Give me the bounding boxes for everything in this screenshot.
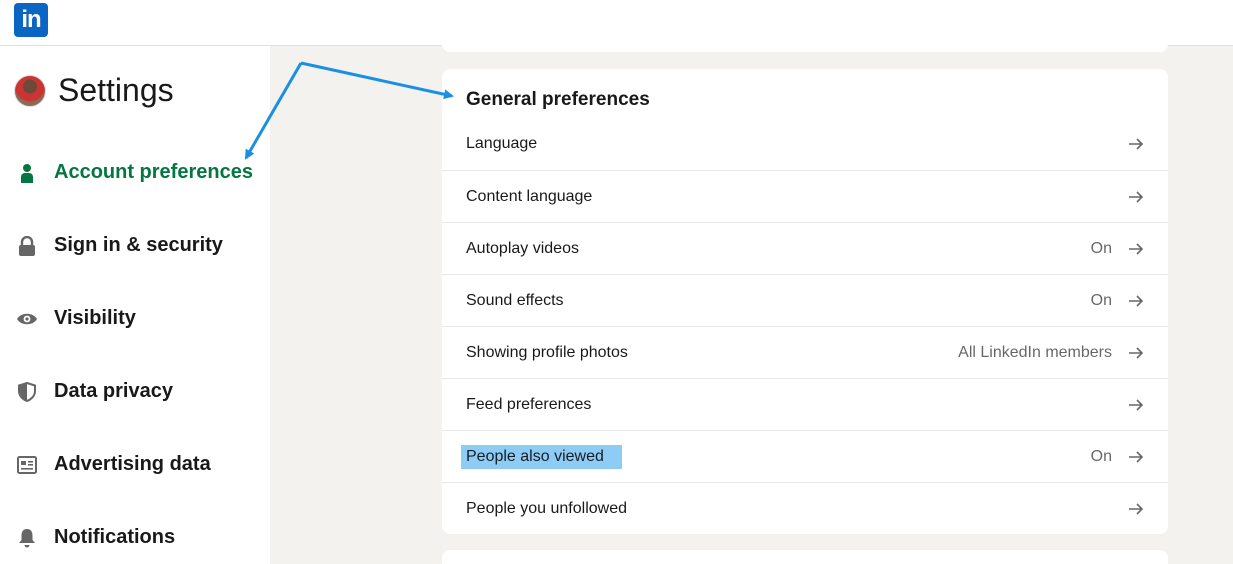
- sidebar-item-advertising-data[interactable]: Advertising data: [0, 428, 270, 501]
- sidebar-item-label: Advertising data: [54, 453, 211, 475]
- row-people-also-viewed[interactable]: People also viewed On: [442, 430, 1168, 482]
- row-autoplay-videos[interactable]: Autoplay videos On: [442, 222, 1168, 274]
- settings-nav: Account preferences Sign in & security V…: [0, 136, 270, 564]
- row-label: Content language: [466, 188, 593, 205]
- linkedin-logo[interactable]: in: [14, 3, 48, 37]
- sidebar-item-label: Data privacy: [54, 380, 173, 402]
- newspaper-icon: [16, 454, 38, 476]
- sidebar-item-visibility[interactable]: Visibility: [0, 282, 270, 355]
- bell-icon: [16, 527, 38, 549]
- row-value: All LinkedIn members: [958, 344, 1112, 361]
- arrow-right-icon: [1126, 291, 1146, 311]
- sidebar-item-sign-in-security[interactable]: Sign in & security: [0, 209, 270, 282]
- row-label: Language: [466, 135, 538, 152]
- row-label: Showing profile photos: [466, 344, 628, 361]
- lock-icon: [16, 235, 38, 257]
- arrow-right-icon: [1126, 447, 1146, 467]
- row-label: Feed preferences: [466, 396, 592, 413]
- previous-section-card: [442, 28, 1168, 52]
- sidebar-item-label: Sign in & security: [54, 234, 223, 256]
- sidebar-item-data-privacy[interactable]: Data privacy: [0, 355, 270, 428]
- arrow-right-icon: [1126, 395, 1146, 415]
- section-title: General preferences: [466, 89, 650, 110]
- row-content-language[interactable]: Content language: [442, 170, 1168, 222]
- arrow-right-icon: [1126, 499, 1146, 519]
- row-value: On: [1090, 240, 1112, 257]
- sidebar-item-account-preferences[interactable]: Account preferences: [0, 136, 270, 209]
- arrow-right-icon: [1126, 343, 1146, 363]
- shield-icon: [16, 381, 38, 403]
- page-title: Settings: [58, 72, 174, 108]
- general-preferences-card: General preferences Language Content lan…: [442, 69, 1168, 534]
- person-icon: [16, 162, 38, 184]
- eye-icon: [16, 308, 38, 330]
- row-value: On: [1090, 292, 1112, 309]
- row-people-you-unfollowed[interactable]: People you unfollowed: [442, 482, 1168, 534]
- sidebar-item-notifications[interactable]: Notifications: [0, 501, 270, 564]
- avatar[interactable]: [14, 74, 46, 107]
- row-label: People also viewed: [461, 445, 622, 469]
- row-feed-preferences[interactable]: Feed preferences: [442, 378, 1168, 430]
- row-showing-profile-photos[interactable]: Showing profile photos All LinkedIn memb…: [442, 326, 1168, 378]
- sidebar-item-label: Notifications: [54, 526, 176, 548]
- arrow-right-icon: [1126, 134, 1146, 154]
- row-label: Autoplay videos: [466, 240, 579, 257]
- sidebar-item-label: Account preferences: [54, 161, 253, 183]
- arrow-right-icon: [1126, 239, 1146, 259]
- row-sound-effects[interactable]: Sound effects On: [442, 274, 1168, 326]
- row-label: Sound effects: [466, 292, 564, 309]
- row-label: People you unfollowed: [466, 500, 628, 517]
- preferences-list: Language Content language Autoplay video…: [442, 118, 1168, 534]
- annotation-arrow-to-title: [300, 61, 454, 100]
- next-section-card: [442, 550, 1168, 564]
- row-language[interactable]: Language: [442, 118, 1168, 170]
- settings-sidebar: Settings Account preferences Sign in & s…: [0, 46, 270, 564]
- settings-header: Settings: [14, 72, 174, 109]
- sidebar-item-label: Visibility: [54, 307, 136, 329]
- row-value: On: [1090, 448, 1112, 465]
- arrow-right-icon: [1126, 187, 1146, 207]
